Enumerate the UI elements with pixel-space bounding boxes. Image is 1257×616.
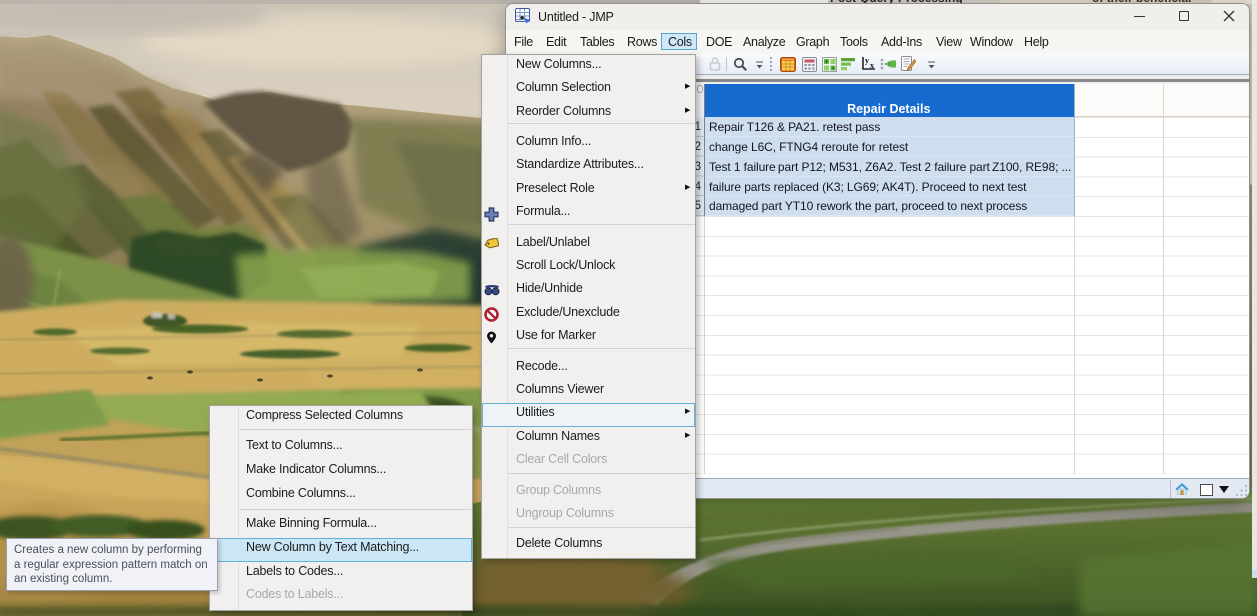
svg-text:y: y — [865, 56, 869, 65]
svg-text:x: x — [870, 61, 874, 70]
